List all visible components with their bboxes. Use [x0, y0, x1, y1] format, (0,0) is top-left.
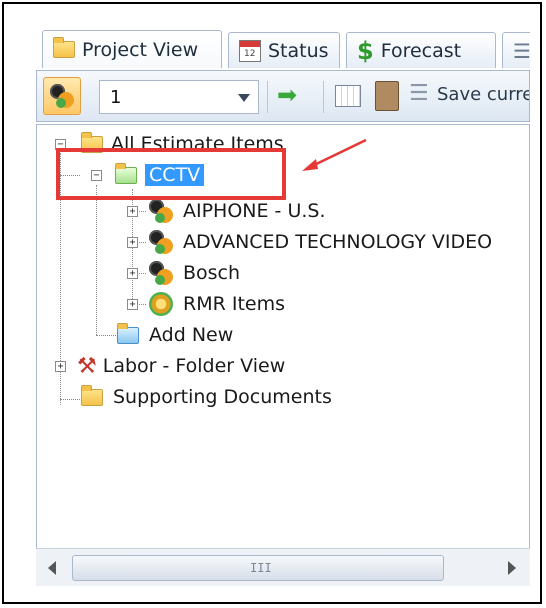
expand-toggle[interactable]: + — [127, 237, 138, 248]
gear-people-icon — [149, 199, 173, 223]
horizontal-scrollbar[interactable]: III — [36, 548, 530, 586]
expand-toggle[interactable]: + — [55, 361, 66, 372]
gear-people-icon — [149, 261, 173, 285]
tree-node-bosch[interactable]: Bosch — [149, 259, 240, 287]
calendar-icon: 12 — [239, 39, 261, 62]
node-label: Add New — [149, 324, 234, 346]
tree-connector — [96, 335, 118, 336]
tab-project-view[interactable]: Project View — [42, 30, 222, 68]
combo-value: 1 — [110, 87, 122, 108]
annotation-arrow-icon — [302, 138, 367, 171]
folder-icon — [53, 37, 75, 58]
expand-toggle[interactable]: + — [127, 206, 138, 217]
toolbar: 1 ➡ ☰ Save curre — [36, 70, 530, 122]
tab-label: Project View — [82, 38, 199, 61]
folder-add-icon — [117, 322, 139, 344]
node-label: RMR Items — [183, 293, 285, 315]
arrow-right-icon[interactable]: ➡ — [277, 81, 297, 109]
scroll-right-icon[interactable] — [508, 561, 516, 575]
tree-connector — [96, 185, 97, 335]
node-label: Labor - Folder View — [102, 355, 286, 377]
save-current-button[interactable]: Save curre — [437, 84, 529, 105]
level-combo[interactable]: 1 — [99, 80, 259, 114]
toolbar-separator — [323, 81, 324, 113]
tree-node-labor-folder-view[interactable]: ⚒ Labor - Folder View — [77, 352, 285, 380]
contact-card-icon[interactable] — [375, 81, 399, 111]
folder-icon — [81, 384, 103, 406]
tab-label: Forecast — [380, 39, 462, 62]
node-label: Bosch — [183, 262, 241, 284]
annotation-highlight-box — [56, 148, 286, 200]
tab-more[interactable]: ☰ — [502, 32, 530, 68]
tab-status[interactable]: 12 Status — [228, 32, 340, 68]
tools-icon: ⚒ — [77, 353, 97, 379]
tree-node-rmr-items[interactable]: RMR Items — [149, 290, 285, 318]
expand-toggle[interactable]: + — [127, 299, 138, 310]
dollar-icon: $ — [357, 36, 374, 65]
tree-node-aiphone[interactable]: AIPHONE - U.S. — [149, 197, 326, 225]
chevron-down-icon[interactable] — [238, 94, 250, 102]
estimate-items-button[interactable] — [43, 77, 81, 115]
tree-node-advanced-technology-video[interactable]: ADVANCED TECHNOLOGY VIDEO — [149, 228, 492, 256]
tab-label: Status — [268, 39, 329, 62]
recurring-gear-icon — [149, 292, 173, 316]
tab-forecast[interactable]: $ Forecast — [346, 32, 496, 68]
scrollbar-thumb[interactable]: III — [72, 555, 444, 581]
tab-strip: Project View 12 Status $ Forecast ☰ — [36, 28, 530, 68]
toolbar-separator — [267, 81, 268, 113]
gear-people-icon — [149, 230, 173, 254]
tree-node-add-new[interactable]: Add New — [117, 321, 233, 349]
list-icon: ☰ — [513, 38, 530, 63]
list-icon[interactable]: ☰ — [409, 81, 429, 106]
tree-connector — [60, 399, 82, 400]
node-label: ADVANCED TECHNOLOGY VIDEO — [183, 231, 493, 253]
gear-people-icon — [50, 84, 74, 108]
scrollbar-grip: III — [250, 561, 272, 575]
node-label: Supporting Documents — [113, 386, 332, 408]
tree-node-supporting-documents[interactable]: Supporting Documents — [81, 383, 332, 411]
node-label: AIPHONE - U.S. — [183, 200, 326, 222]
scroll-left-icon[interactable] — [48, 561, 56, 575]
columns-icon[interactable] — [335, 85, 361, 107]
expand-toggle[interactable]: + — [127, 268, 138, 279]
